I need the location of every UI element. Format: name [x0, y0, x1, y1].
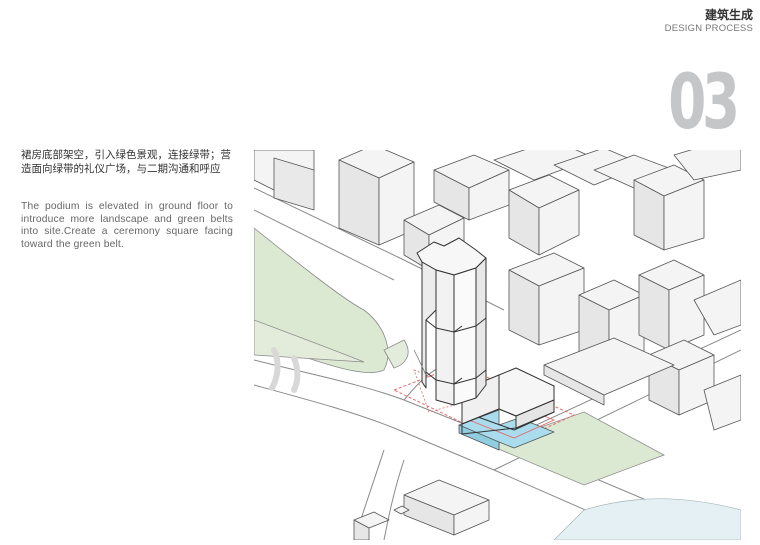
- axonometric-site-diagram: [254, 150, 741, 540]
- section-title: 建筑生成: [704, 8, 753, 22]
- section-subtitle: DESIGN PROCESS: [664, 23, 753, 34]
- tower: [413, 237, 487, 406]
- step-number: 03: [668, 57, 740, 146]
- description-chinese: 裙房底部架空，引入绿色景观，连接绿带；营造面向绿带的礼仪广场，与二期沟通和呼应: [21, 149, 231, 175]
- description-english: The podium is elevated in ground floor t…: [21, 201, 233, 250]
